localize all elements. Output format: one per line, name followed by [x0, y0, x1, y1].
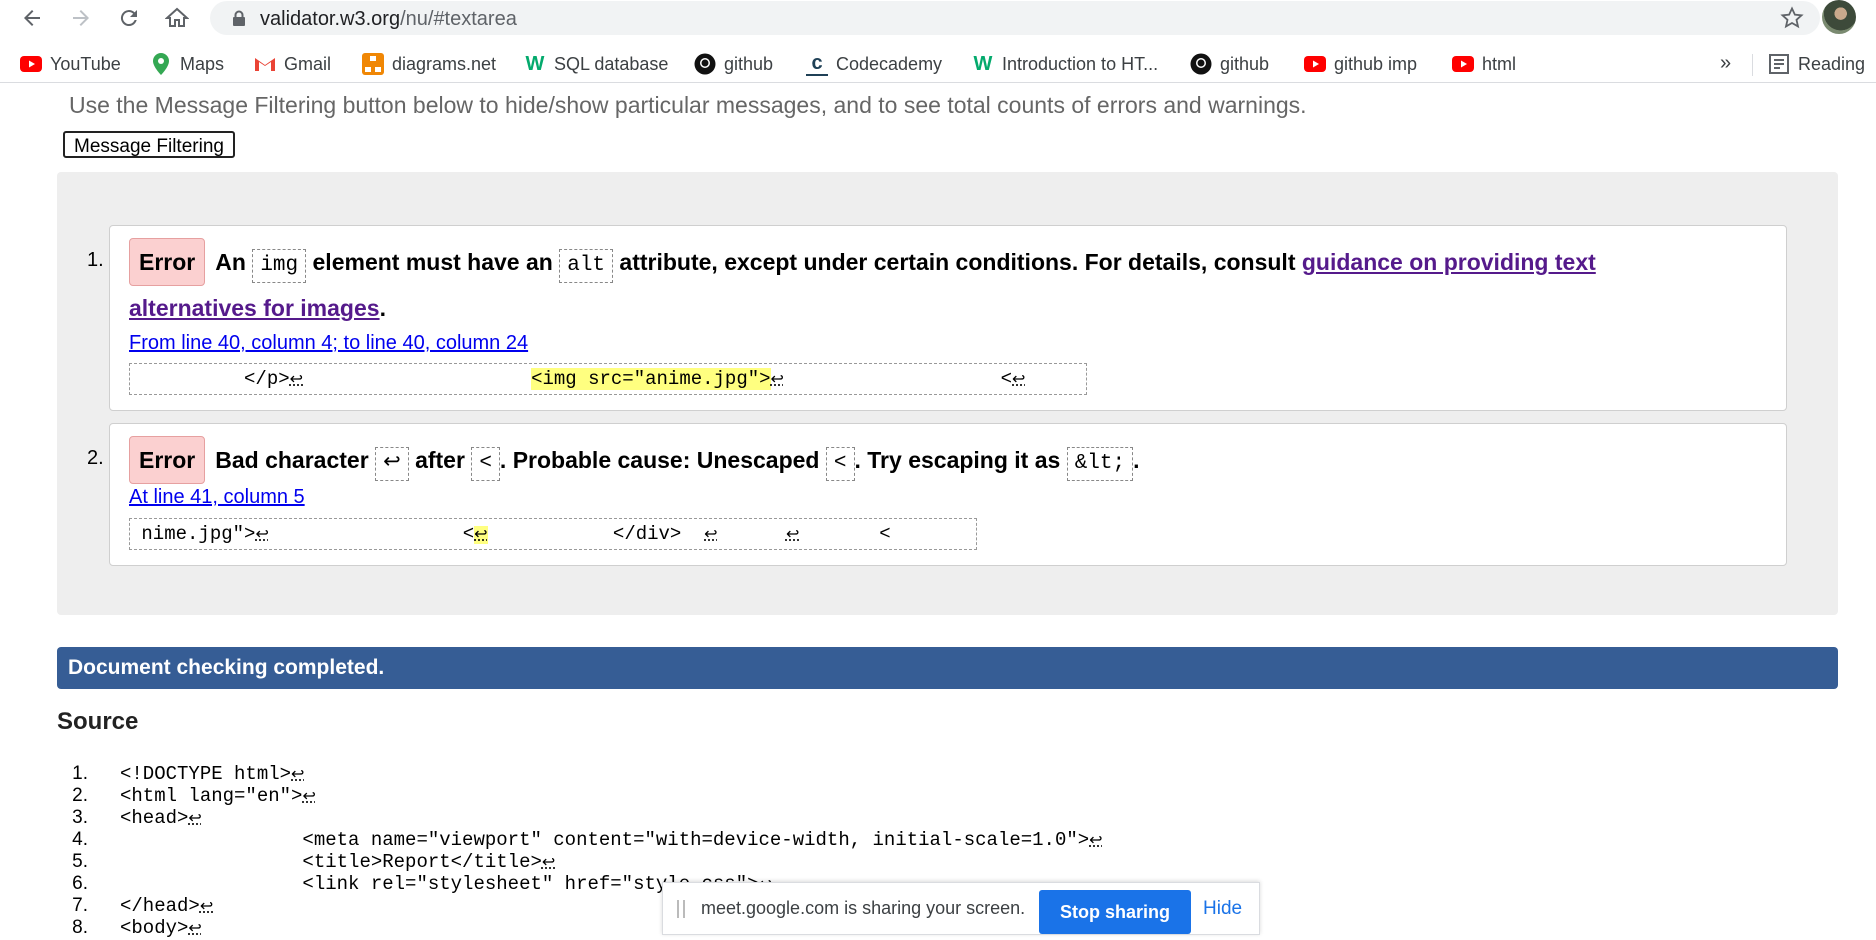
home-icon[interactable] — [163, 4, 191, 32]
bookmark-diagrams[interactable]: diagrams.net — [362, 52, 496, 76]
document-checking-status: Document checking completed. — [57, 647, 1838, 689]
error-message-1: 1. Error An img element must have an alt … — [87, 225, 1787, 411]
reload-icon[interactable] — [115, 4, 143, 32]
source-heading: Source — [57, 708, 139, 735]
error-badge: Error — [129, 238, 206, 286]
error-badge: Error — [129, 436, 206, 484]
github-icon — [694, 53, 716, 75]
code-chip: img — [252, 249, 307, 283]
share-notice: meet.google.com is sharing your screen. — [701, 898, 1026, 918]
highlighted-code: ↩ — [474, 526, 488, 544]
lock-icon — [232, 10, 246, 32]
message-text: Error Bad character ↩ after <. Probable c… — [129, 436, 1729, 484]
message-filtering-button[interactable]: Message Filtering — [63, 131, 235, 158]
address-bar[interactable]: validator.w3.org/nu/#textarea — [210, 1, 1820, 35]
bookmarks-divider — [1752, 54, 1753, 76]
bookmark-gmail[interactable]: Gmail — [254, 52, 331, 76]
bookmarks-bar: YouTube Maps Gmail diagrams.net W SQL da… — [0, 46, 1876, 83]
w3schools-icon: W — [525, 52, 545, 75]
code-chip: &lt; — [1066, 447, 1134, 481]
reading-list[interactable]: Reading — [1768, 52, 1865, 76]
browser-toolbar: validator.w3.org/nu/#textarea — [0, 0, 1876, 36]
bookmark-star-icon[interactable] — [1780, 6, 1804, 35]
location-link[interactable]: At line 41, column 5 — [129, 486, 305, 509]
w3schools-icon: W — [973, 52, 993, 75]
screen-share-bar: meet.google.com is sharing your screen. … — [662, 882, 1260, 935]
bookmark-codecademy[interactable]: c Codecademy — [806, 52, 942, 76]
drag-handle-icon[interactable] — [677, 900, 685, 918]
bookmark-maps[interactable]: Maps — [150, 52, 224, 76]
diagrams-icon — [362, 53, 384, 75]
profile-avatar[interactable] — [1822, 0, 1856, 34]
code-extract: </p>↩ <img src="anime.jpg">↩ <↩ — [129, 363, 1087, 395]
code-chip: ↩ — [375, 447, 409, 481]
gmail-icon — [254, 53, 276, 75]
youtube-icon — [20, 53, 42, 75]
codecademy-icon: c — [806, 52, 828, 76]
more-bookmarks-icon[interactable]: » — [1720, 52, 1731, 75]
bookmark-github-imp[interactable]: github imp — [1304, 52, 1417, 76]
code-chip: < — [825, 447, 855, 481]
bookmark-html[interactable]: html — [1452, 52, 1516, 76]
stop-sharing-button[interactable]: Stop sharing — [1039, 890, 1191, 934]
filter-hint: Use the Message Filtering button below t… — [69, 92, 1307, 118]
message-number: 1. — [87, 249, 104, 271]
bookmark-github-2[interactable]: github — [1190, 52, 1269, 76]
message-text: Error An img element must have an alt att… — [129, 238, 1729, 330]
error-message-2: 2. Error Bad character ↩ after <. Probabl… — [87, 423, 1787, 566]
bookmark-youtube[interactable]: YouTube — [20, 52, 121, 76]
youtube-icon — [1304, 53, 1326, 75]
forward-icon[interactable] — [67, 4, 95, 32]
back-icon[interactable] — [18, 4, 46, 32]
reading-list-icon — [1768, 53, 1790, 75]
code-chip: alt — [559, 249, 614, 283]
hide-button[interactable]: Hide — [1203, 898, 1242, 920]
code-extract: nime.jpg">↩ <↩ </div> ↩ ↩ < — [129, 518, 977, 550]
bookmark-sql-database[interactable]: W SQL database — [524, 52, 669, 76]
github-icon — [1190, 53, 1212, 75]
url-text: validator.w3.org/nu/#textarea — [260, 8, 517, 30]
bookmark-github[interactable]: github — [694, 52, 773, 76]
highlighted-code: <img src="anime.jpg"> — [531, 368, 771, 390]
bookmark-introduction-html[interactable]: W Introduction to HT... — [972, 52, 1159, 76]
message-number: 2. — [87, 447, 104, 469]
maps-pin-icon — [150, 53, 172, 75]
code-chip: < — [471, 447, 500, 481]
location-link[interactable]: From line 40, column 4; to line 40, colu… — [129, 332, 528, 355]
youtube-icon — [1452, 53, 1474, 75]
